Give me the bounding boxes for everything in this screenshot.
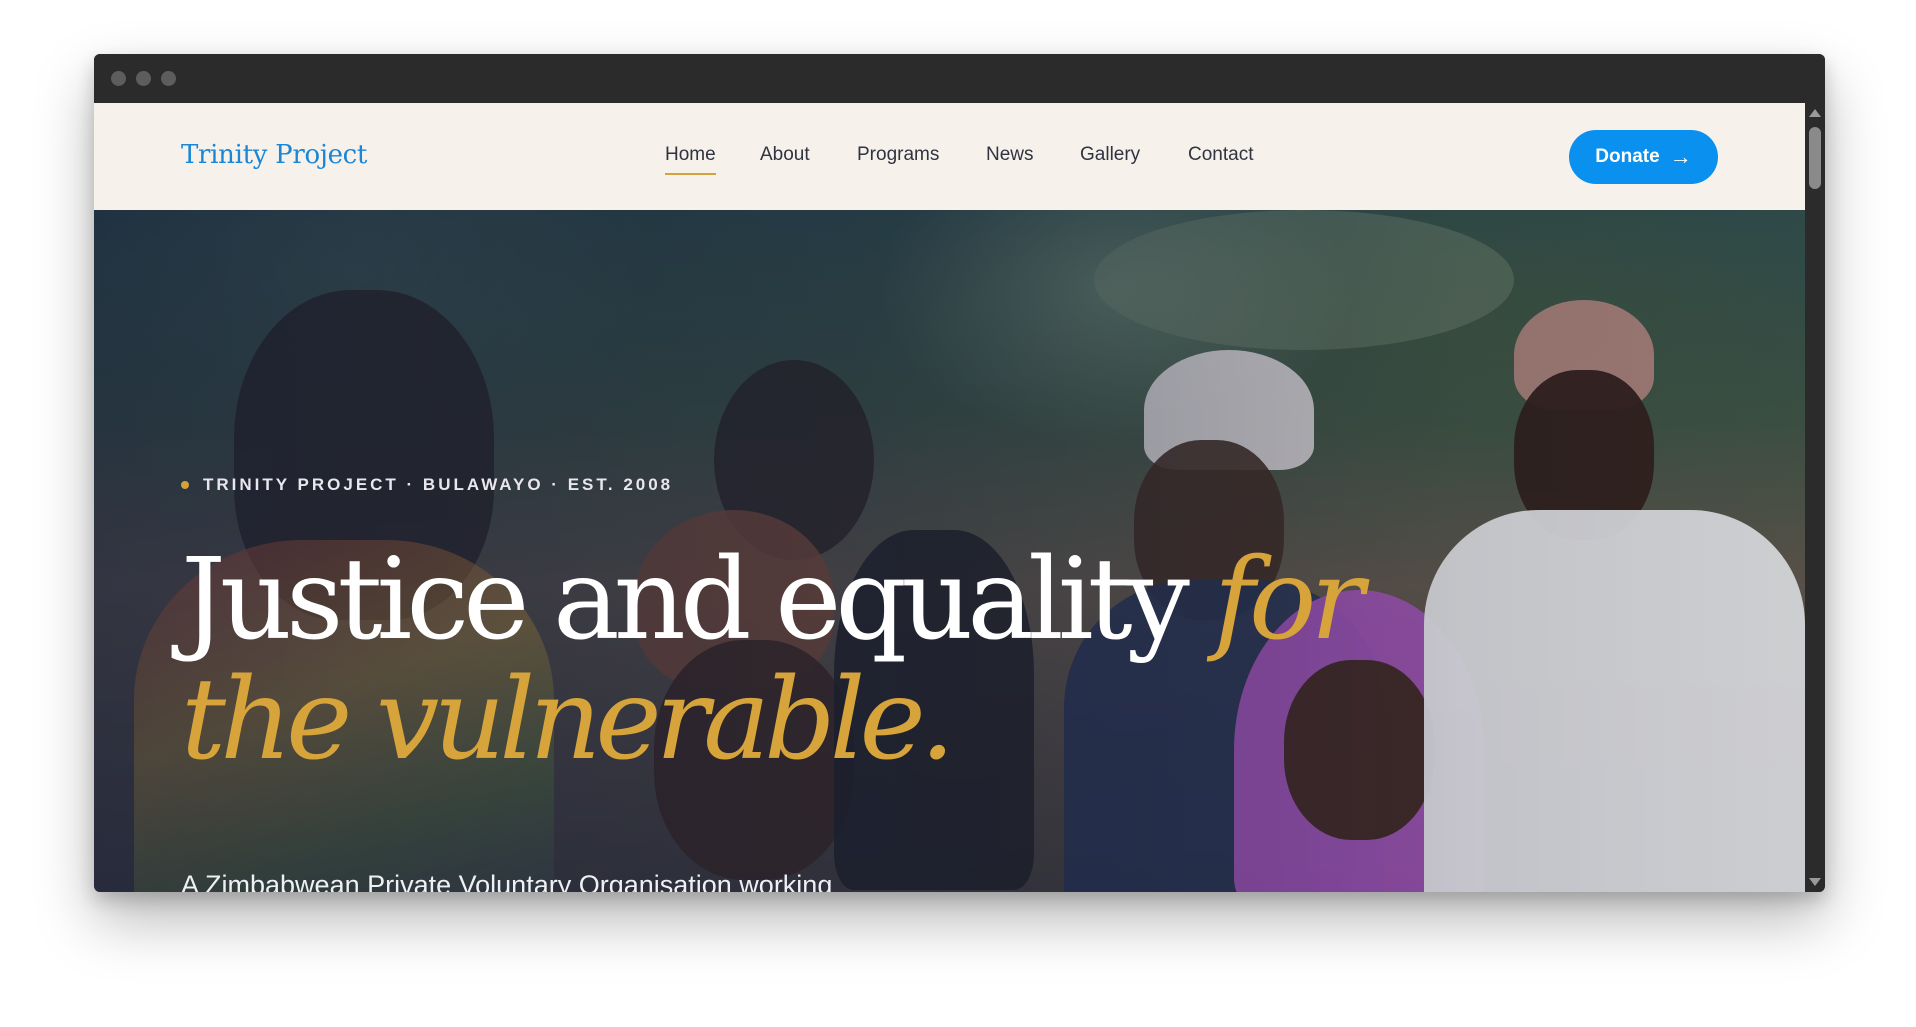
nav-item-home[interactable]: Home	[665, 144, 716, 175]
arrow-right-icon: →	[1669, 144, 1692, 169]
hero-section: TRINITY PROJECT · BULAWAYO · EST. 2008 J…	[94, 210, 1805, 892]
bullet-dot-icon	[181, 481, 189, 489]
nav-item-about[interactable]: About	[760, 144, 810, 166]
scroll-up-arrow-icon[interactable]	[1809, 109, 1821, 117]
nav-item-gallery[interactable]: Gallery	[1080, 144, 1140, 166]
minimize-window-dot[interactable]	[136, 71, 151, 86]
site-header: Trinity Project Home About Programs News…	[94, 103, 1805, 210]
site-logo[interactable]: Trinity Project	[181, 140, 367, 170]
maximize-window-dot[interactable]	[161, 71, 176, 86]
close-window-dot[interactable]	[111, 71, 126, 86]
browser-window: Trinity Project Home About Programs News…	[94, 54, 1825, 892]
hero-headline: Justice and equality for the vulnerable.	[181, 540, 1481, 780]
hero-headline-main: Justice and equality	[181, 535, 1214, 665]
hero-subtext: A Zimbabwean Private Voluntary Organisat…	[181, 870, 833, 892]
donate-button[interactable]: Donate →	[1569, 130, 1718, 184]
scrollbar-thumb[interactable]	[1809, 127, 1821, 189]
nav-item-news[interactable]: News	[986, 144, 1034, 166]
nav-item-programs[interactable]: Programs	[857, 144, 939, 166]
vertical-scrollbar[interactable]	[1805, 103, 1825, 892]
window-titlebar	[94, 54, 1825, 103]
donate-label: Donate	[1595, 146, 1660, 167]
scroll-down-arrow-icon[interactable]	[1809, 878, 1821, 886]
hero-eyebrow-text: TRINITY PROJECT · BULAWAYO · EST. 2008	[203, 475, 674, 494]
page-viewport: Trinity Project Home About Programs News…	[94, 103, 1805, 892]
nav-item-contact[interactable]: Contact	[1188, 144, 1253, 166]
hero-eyebrow: TRINITY PROJECT · BULAWAYO · EST. 2008	[181, 475, 673, 495]
